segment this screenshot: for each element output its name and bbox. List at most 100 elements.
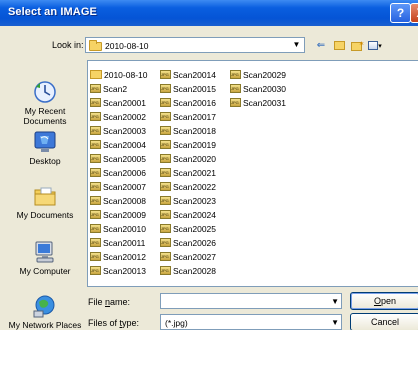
- file-name-label: File name:: [88, 297, 130, 307]
- jpg-file-icon: [160, 252, 171, 262]
- file-name: Scan20004: [103, 140, 147, 150]
- file-list-item[interactable]: Scan20013: [90, 265, 146, 277]
- file-list-item[interactable]: Scan20016: [160, 97, 216, 109]
- file-name: Scan20013: [103, 266, 147, 276]
- file-list-item[interactable]: Scan20020: [160, 153, 216, 165]
- file-list-item[interactable]: Scan20019: [160, 139, 216, 151]
- jpg-file-icon: [90, 266, 101, 276]
- file-name-label-pre: File: [88, 297, 106, 307]
- look-in-label: Look in:: [52, 40, 84, 50]
- up-folder-icon[interactable]: [332, 39, 346, 53]
- file-list-item[interactable]: Scan20018: [160, 125, 216, 137]
- file-list-item[interactable]: Scan20028: [160, 265, 216, 277]
- file-list-item[interactable]: Scan20002: [90, 111, 146, 123]
- file-name: Scan20015: [173, 84, 217, 94]
- desktop-icon: [32, 130, 58, 154]
- file-list-item[interactable]: Scan20029: [230, 69, 286, 81]
- file-list-item[interactable]: Scan20022: [160, 181, 216, 193]
- file-list-item[interactable]: 2010-08-10: [90, 69, 147, 81]
- file-name: Scan20005: [103, 154, 147, 164]
- file-list-item[interactable]: Scan20010: [90, 223, 146, 235]
- file-name: Scan20014: [173, 70, 217, 80]
- jpg-file-icon: [160, 196, 171, 206]
- file-list-item[interactable]: Scan20009: [90, 209, 146, 221]
- my-documents-icon: [32, 184, 58, 208]
- file-list-item[interactable]: Scan20006: [90, 167, 146, 179]
- file-list-item[interactable]: Scan20005: [90, 153, 146, 165]
- file-list-item[interactable]: Scan20008: [90, 195, 146, 207]
- file-name: Scan20025: [173, 224, 217, 234]
- files-of-type-label: Files of type:: [88, 318, 139, 328]
- jpg-file-icon: [90, 196, 101, 206]
- jpg-file-icon: [160, 224, 171, 234]
- place-my-recent-documents[interactable]: My Recent Documents: [6, 80, 84, 126]
- cancel-button[interactable]: Cancel: [350, 313, 418, 330]
- back-arrow-icon[interactable]: ⇐: [314, 39, 328, 53]
- my-computer-icon: [32, 240, 58, 264]
- file-list-item[interactable]: Scan20014: [160, 69, 216, 81]
- help-button[interactable]: ?: [390, 3, 411, 23]
- look-in-combo[interactable]: 2010-08-10 ▼: [85, 37, 305, 53]
- file-name: Scan20017: [173, 112, 217, 122]
- close-button[interactable]: X: [410, 3, 418, 23]
- file-list-item[interactable]: Scan20007: [90, 181, 146, 193]
- file-list-item[interactable]: Scan20003: [90, 125, 146, 137]
- place-label: My Computer: [19, 266, 71, 276]
- file-list-item[interactable]: Scan2: [90, 83, 127, 95]
- place-my-network-places[interactable]: My Network Places: [6, 294, 84, 330]
- jpg-file-icon: [90, 84, 101, 94]
- file-list-item[interactable]: Scan20015: [160, 83, 216, 95]
- file-list-item[interactable]: Scan20012: [90, 251, 146, 263]
- file-list-item[interactable]: Scan20031: [230, 97, 286, 109]
- file-name: Scan20026: [173, 238, 217, 248]
- file-list-item[interactable]: Scan20027: [160, 251, 216, 263]
- view-menu-icon[interactable]: ▾: [364, 39, 386, 53]
- jpg-file-icon: [90, 252, 101, 262]
- jpg-file-icon: [230, 98, 241, 108]
- file-name: Scan20016: [173, 98, 217, 108]
- jpg-file-icon: [160, 210, 171, 220]
- jpg-file-icon: [90, 210, 101, 220]
- file-list-item[interactable]: Scan20004: [90, 139, 146, 151]
- chevron-down-icon[interactable]: ▼: [331, 297, 339, 306]
- file-name: Scan20007: [103, 182, 147, 192]
- folder-icon: [89, 40, 102, 51]
- title-bar[interactable]: Select an IMAGE ? X: [0, 0, 418, 26]
- file-list-item[interactable]: Scan20030: [230, 83, 286, 95]
- file-list-item[interactable]: Scan20011: [90, 237, 145, 249]
- place-my-computer[interactable]: My Computer: [6, 240, 84, 276]
- file-name: Scan20012: [103, 252, 147, 262]
- file-list-item[interactable]: Scan20023: [160, 195, 216, 207]
- file-list[interactable]: 2010-08-10 Scan2 Scan20001 Scan20002 Scan200…: [87, 60, 418, 287]
- file-list-item[interactable]: Scan20024: [160, 209, 216, 221]
- jpg-file-icon: [230, 70, 241, 80]
- files-of-type-label-pre: Files of: [88, 318, 120, 328]
- file-list-item[interactable]: Scan20017: [160, 111, 216, 123]
- file-name-input[interactable]: ▼: [160, 293, 342, 309]
- file-list-item[interactable]: Scan20025: [160, 223, 216, 235]
- jpg-file-icon: [160, 84, 171, 94]
- place-label: My Network Places: [8, 320, 82, 330]
- file-name: Scan20023: [173, 196, 217, 206]
- file-list-item[interactable]: Scan20001: [90, 97, 146, 109]
- file-list-item[interactable]: Scan20021: [160, 167, 216, 179]
- files-of-type-select[interactable]: (*.jpg) ▼: [160, 314, 342, 330]
- jpg-file-icon: [160, 98, 171, 108]
- file-name: Scan20010: [103, 224, 147, 234]
- new-folder-icon[interactable]: ✶: [349, 39, 365, 53]
- jpg-file-icon: [90, 126, 101, 136]
- folder-icon: [90, 70, 102, 80]
- file-name: Scan20003: [103, 126, 147, 136]
- chevron-down-icon[interactable]: ▼: [331, 318, 339, 327]
- place-desktop[interactable]: Desktop: [6, 130, 84, 166]
- jpg-file-icon: [90, 112, 101, 122]
- file-list-item[interactable]: Scan20026: [160, 237, 216, 249]
- file-name: Scan20002: [103, 112, 147, 122]
- files-of-type-value: (*.jpg): [165, 318, 188, 328]
- place-label: My Documents: [16, 210, 74, 220]
- chevron-down-icon[interactable]: ▼: [288, 38, 304, 52]
- place-my-documents[interactable]: My Documents: [6, 184, 84, 220]
- place-label: Desktop: [29, 156, 61, 166]
- jpg-file-icon: [230, 84, 241, 94]
- open-button[interactable]: Open: [350, 292, 418, 310]
